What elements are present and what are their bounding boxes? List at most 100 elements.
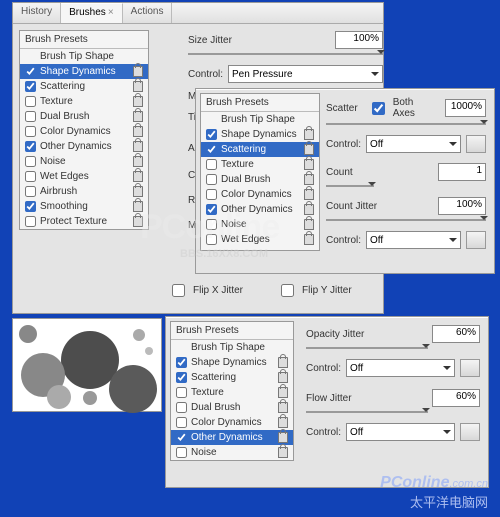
preset-dual-brush[interactable]: Dual Brush: [171, 400, 293, 415]
checkbox[interactable]: [176, 402, 187, 413]
preset-brush-tip-shape[interactable]: Brush Tip Shape: [171, 340, 293, 355]
preset-color-dynamics[interactable]: Color Dynamics: [171, 415, 293, 430]
preset-texture[interactable]: Texture: [171, 385, 293, 400]
tab-history[interactable]: History: [13, 3, 61, 23]
both-axes-checkbox[interactable]: [372, 102, 385, 115]
checkbox[interactable]: [25, 96, 36, 107]
checkbox[interactable]: [25, 81, 36, 92]
checkbox[interactable]: [176, 432, 187, 443]
options-button[interactable]: [460, 423, 480, 441]
preset-wet-edges[interactable]: Wet Edges: [20, 169, 148, 184]
checkbox[interactable]: [25, 126, 36, 137]
preset-protect-texture[interactable]: Protect Texture: [20, 214, 148, 229]
count-value[interactable]: 1: [438, 163, 486, 181]
other-presets-list: Brush Presets Brush Tip Shape Shape Dyna…: [170, 321, 294, 461]
preset-texture[interactable]: Texture: [20, 94, 148, 109]
preset-wet-edges[interactable]: Wet Edges: [201, 232, 319, 247]
preset-noise[interactable]: Noise: [171, 445, 293, 460]
size-jitter-slider[interactable]: [188, 53, 383, 55]
lock-icon: [278, 447, 288, 458]
checkbox[interactable]: [176, 357, 187, 368]
checkbox[interactable]: [206, 234, 217, 245]
checkbox[interactable]: [25, 156, 36, 167]
checkbox[interactable]: [176, 447, 187, 458]
countjitter-control-select[interactable]: Off: [366, 231, 461, 249]
lock-icon: [133, 81, 143, 92]
preset-color-dynamics[interactable]: Color Dynamics: [201, 187, 319, 202]
tab-brushes[interactable]: Brushes×: [61, 3, 123, 23]
preset-dual-brush[interactable]: Dual Brush: [20, 109, 148, 124]
presets-header[interactable]: Brush Presets: [171, 322, 293, 340]
chevron-down-icon: [443, 366, 451, 374]
preset-color-dynamics[interactable]: Color Dynamics: [20, 124, 148, 139]
opacity-control-select[interactable]: Off: [346, 359, 455, 377]
brush-preview: [12, 318, 162, 412]
preset-other-dynamics[interactable]: Other Dynamics: [20, 139, 148, 154]
checkbox[interactable]: [176, 372, 187, 383]
preset-brush-tip-shape[interactable]: Brush Tip Shape: [201, 112, 319, 127]
scatter-label: Scatter: [326, 103, 358, 114]
options-button[interactable]: [466, 231, 486, 249]
flip-x-checkbox[interactable]: [172, 284, 185, 297]
preset-noise[interactable]: Noise: [201, 217, 319, 232]
flow-jitter-slider[interactable]: [306, 411, 428, 413]
checkbox[interactable]: [25, 186, 36, 197]
preset-scattering[interactable]: Scattering: [20, 79, 148, 94]
flip-y-checkbox[interactable]: [281, 284, 294, 297]
opacity-jitter-slider[interactable]: [306, 347, 428, 349]
checkbox[interactable]: [176, 387, 187, 398]
options-button[interactable]: [466, 135, 486, 153]
preset-airbrush[interactable]: Airbrush: [20, 184, 148, 199]
checkbox[interactable]: [206, 129, 217, 140]
preset-shape-dynamics[interactable]: Shape Dynamics: [201, 127, 319, 142]
size-jitter-value[interactable]: 100%: [335, 31, 383, 49]
checkbox[interactable]: [25, 201, 36, 212]
count-jitter-slider[interactable]: [326, 219, 486, 221]
presets-header[interactable]: Brush Presets: [201, 94, 319, 112]
opacity-jitter-value[interactable]: 60%: [432, 325, 480, 343]
flow-control-select[interactable]: Off: [346, 423, 455, 441]
checkbox[interactable]: [206, 189, 217, 200]
scatter-slider[interactable]: [326, 123, 486, 125]
lock-icon: [304, 129, 314, 140]
chevron-down-icon: [371, 72, 379, 80]
close-icon[interactable]: ×: [108, 7, 114, 18]
options-button[interactable]: [460, 359, 480, 377]
checkbox[interactable]: [25, 66, 36, 77]
preset-smoothing[interactable]: Smoothing: [20, 199, 148, 214]
preset-shape-dynamics[interactable]: Shape Dynamics: [20, 64, 148, 79]
tab-actions[interactable]: Actions: [123, 3, 173, 23]
chevron-down-icon: [443, 430, 451, 438]
flow-jitter-label: Flow Jitter: [306, 393, 352, 404]
preset-shape-dynamics[interactable]: Shape Dynamics: [171, 355, 293, 370]
preset-noise[interactable]: Noise: [20, 154, 148, 169]
preset-scattering[interactable]: Scattering: [201, 142, 319, 157]
scatter-control-select[interactable]: Off: [366, 135, 461, 153]
preset-dual-brush[interactable]: Dual Brush: [201, 172, 319, 187]
control-select[interactable]: Pen Pressure: [228, 65, 383, 83]
preset-texture[interactable]: Texture: [201, 157, 319, 172]
presets-header[interactable]: Brush Presets: [20, 31, 148, 49]
lock-icon: [133, 126, 143, 137]
control-label: Control:: [326, 235, 361, 246]
checkbox[interactable]: [206, 174, 217, 185]
checkbox[interactable]: [25, 111, 36, 122]
count-slider[interactable]: [326, 185, 374, 187]
checkbox[interactable]: [25, 141, 36, 152]
checkbox[interactable]: [206, 159, 217, 170]
preset-brush-tip-shape[interactable]: Brush Tip Shape: [20, 49, 148, 64]
checkbox[interactable]: [176, 417, 187, 428]
flow-jitter-value[interactable]: 60%: [432, 389, 480, 407]
scatter-value[interactable]: 1000%: [445, 99, 486, 117]
checkbox[interactable]: [206, 144, 217, 155]
checkbox[interactable]: [25, 216, 36, 227]
preset-other-dynamics[interactable]: Other Dynamics: [171, 430, 293, 445]
checkbox[interactable]: [206, 204, 217, 215]
checkbox[interactable]: [25, 171, 36, 182]
preset-other-dynamics[interactable]: Other Dynamics: [201, 202, 319, 217]
scattering-presets-list: Brush Presets Brush Tip Shape Shape Dyna…: [200, 93, 320, 251]
preset-scattering[interactable]: Scattering: [171, 370, 293, 385]
checkbox[interactable]: [206, 219, 217, 230]
count-jitter-value[interactable]: 100%: [438, 197, 486, 215]
lock-icon: [304, 159, 314, 170]
